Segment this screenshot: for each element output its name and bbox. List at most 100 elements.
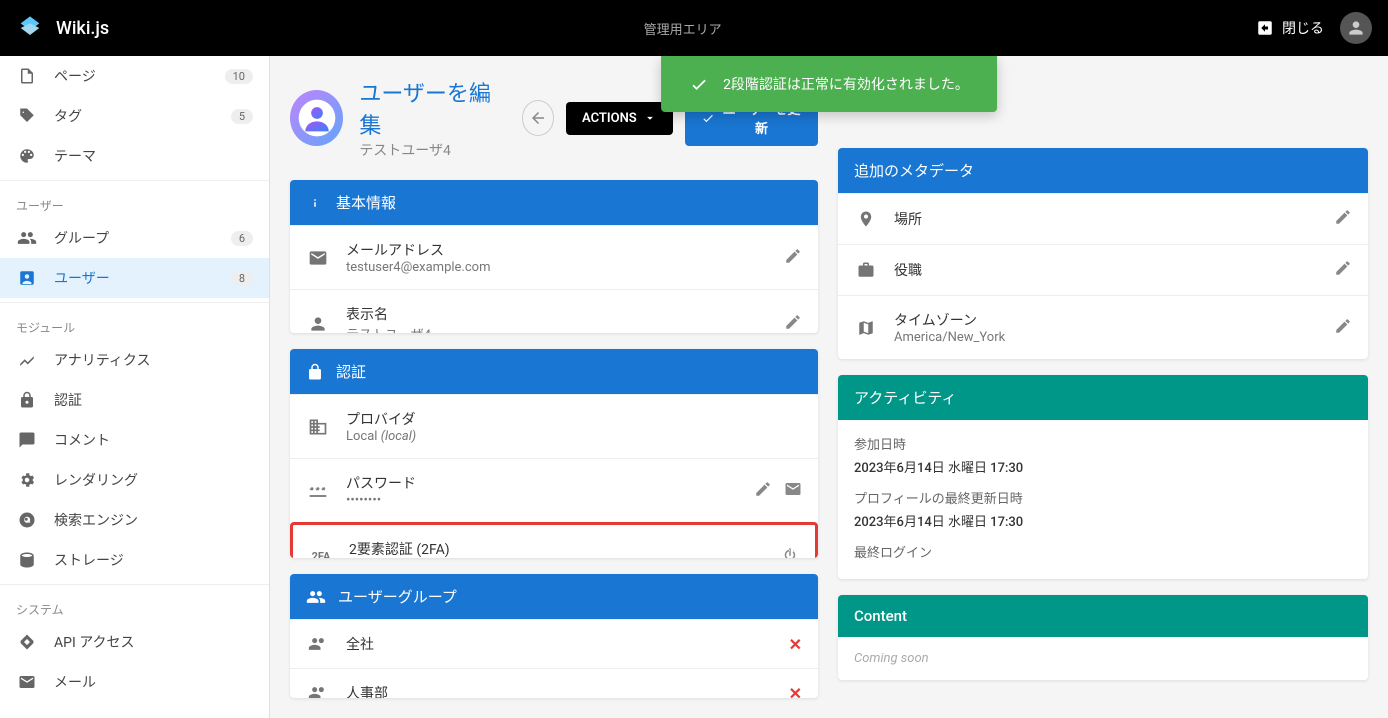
lastlogin-label: 最終ログイン [854,542,1352,561]
power-icon [781,546,799,559]
groups-icon [306,587,326,607]
activity-card: アクティビティ 参加日時 2023年6月14日 水曜日 17:30 プロフィール… [838,375,1368,579]
group-row: 人事部 ✕ [290,668,818,698]
sidebar-item-auth[interactable]: 認証 [0,380,269,420]
groups-card: ユーザーグループ 全社 ✕ 人事部 ✕ [290,574,818,698]
user-icon [16,269,38,287]
sidebar-item-analytics[interactable]: アナリティクス [0,340,269,380]
storage-icon [16,551,38,569]
actions-button[interactable]: ACTIONS [566,102,673,135]
api-icon [16,633,38,651]
card-header: ユーザーグループ [290,574,818,619]
user-menu[interactable] [1340,12,1372,44]
edit-job-button[interactable] [1334,259,1352,281]
sidebar-item-tags[interactable]: タグ 5 [0,96,269,136]
topbar: Wiki.js 管理用エリア 閉じる [0,0,1388,56]
arrow-left-icon [529,109,547,127]
send-password-button[interactable] [784,480,802,502]
joined-label: 参加日時 [854,434,1352,453]
remove-group-button[interactable]: ✕ [789,684,802,698]
content-card: Content Coming soon [838,595,1368,680]
comment-icon [16,431,38,449]
card-header: 基本情報 [290,180,818,225]
page-title: ユーザーを編集 [359,76,505,140]
tfa-highlight: 2FA 2要素認証 (2FA) Active [290,522,818,558]
user-avatar [290,90,343,146]
card-header: 認証 [290,349,818,394]
sidebar-item-rendering[interactable]: レンダリング [0,460,269,500]
map-icon [854,319,878,337]
remove-group-button[interactable]: ✕ [789,635,802,654]
displayname-row: 表示名 テストユーザ4 [290,289,818,333]
sidebar-item-storage[interactable]: ストレージ [0,540,269,580]
sidebar-heading-system: システム [0,589,269,622]
briefcase-icon [854,261,878,279]
sidebar-heading-users: ユーザー [0,185,269,218]
sidebar-item-users[interactable]: ユーザー 8 [0,258,269,298]
edit-timezone-button[interactable] [1334,317,1352,339]
location-icon [854,210,878,228]
main-content: 2段階認証は正常に有効化されました。 ユーザーを編集 テストユーザ4 ACTIO… [270,56,1388,718]
sidebar-item-groups[interactable]: グループ 6 [0,218,269,258]
sidebar-item-mail[interactable]: メール [0,662,269,702]
group-item-icon [306,634,330,654]
person-icon [306,314,330,334]
timezone-row: タイムゾーン America/New_York [838,295,1368,359]
auth-card: 認証 プロバイダ Local (local) パスワード •••••••• [290,349,818,558]
location-row: 場所 [838,193,1368,244]
card-header: Content [838,595,1368,637]
content-body: Coming soon [854,651,929,666]
sidebar-item-api[interactable]: API アクセス [0,622,269,662]
check-icon [689,74,709,94]
success-toast: 2段階認証は正常に有効化されました。 [661,56,997,112]
edit-name-button[interactable] [784,313,802,334]
check-icon [701,110,715,126]
group-row: 全社 ✕ [290,619,818,668]
sidebar-heading-modules: モジュール [0,307,269,340]
close-button[interactable]: 閉じる [1256,18,1324,38]
pencil-icon [784,247,802,265]
tfa-row: 2FA 2要素認証 (2FA) Active [293,525,815,558]
mail-icon [784,480,802,498]
analytics-icon [16,351,38,369]
updated-value: 2023年6月14日 水曜日 17:30 [854,511,1352,530]
sidebar-item-search[interactable]: 検索エンジン [0,500,269,540]
search-engine-icon [16,511,38,529]
mail-icon [16,673,38,691]
password-icon [306,481,330,501]
tag-icon [16,107,38,125]
group-item-icon [306,683,330,698]
domain-icon [306,417,330,437]
sidebar-item-theme[interactable]: テーマ [0,136,269,176]
wikijs-logo-icon [16,14,44,42]
card-header: アクティビティ [838,375,1368,420]
metadata-card: 追加のメタデータ 場所 役職 タイムゾーン America/New_York [838,148,1368,359]
back-button[interactable] [522,100,555,136]
pencil-icon [1334,259,1352,277]
tfa-toggle-button[interactable] [781,546,799,559]
exit-icon [1256,19,1274,37]
card-header: 追加のメタデータ [838,148,1368,193]
job-row: 役職 [838,244,1368,295]
lock-icon [306,363,324,381]
brand[interactable]: Wiki.js [16,14,109,42]
email-row: メールアドレス testuser4@example.com [290,225,818,289]
tfa-icon: 2FA [309,550,333,558]
palette-icon [16,147,38,165]
sidebar-item-comments[interactable]: コメント [0,420,269,460]
pencil-icon [754,480,772,498]
basic-info-card: 基本情報 メールアドレス testuser4@example.com 表示名 テ… [290,180,818,333]
provider-row: プロバイダ Local (local) [290,394,818,458]
updated-label: プロフィールの最終更新日時 [854,488,1352,507]
cog-icon [16,471,38,489]
edit-email-button[interactable] [784,247,802,269]
groups-icon [16,228,38,248]
account-icon [1346,18,1366,38]
pencil-icon [1334,208,1352,226]
sidebar: ページ 10 タグ 5 テーマ ユーザー グループ 6 ユーザー 8 モジュール… [0,56,270,718]
info-icon [306,194,324,212]
sidebar-item-pages[interactable]: ページ 10 [0,56,269,96]
edit-password-button[interactable] [754,480,772,502]
edit-location-button[interactable] [1334,208,1352,230]
pencil-icon [1334,317,1352,335]
